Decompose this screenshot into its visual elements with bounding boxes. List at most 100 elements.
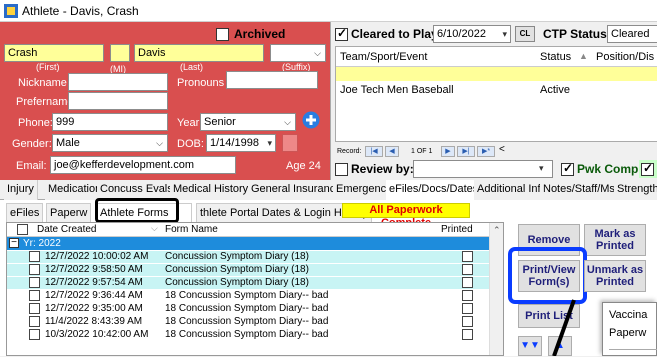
group-row-2022[interactable]: − Yr: 2022 — [7, 237, 489, 250]
nickname-field[interactable] — [68, 73, 168, 91]
review-by-select[interactable] — [413, 160, 553, 178]
subtab-paperwork[interactable]: Paperw — [46, 203, 92, 223]
row-checkbox[interactable] — [29, 303, 40, 314]
row-date: 12/7/2022 9:35:00 AM — [45, 303, 143, 314]
calendar-dropdown-icon[interactable]: ▾ — [267, 135, 272, 151]
unmark-printed-button[interactable]: Unmark as Printed — [584, 260, 646, 292]
row-checkbox[interactable] — [29, 329, 40, 340]
pwk-comp-checkbox[interactable] — [561, 161, 574, 176]
last-name-field[interactable]: Davis — [134, 44, 264, 62]
last-record-icon[interactable]: ▶| — [457, 146, 475, 157]
tab-general[interactable]: General — [248, 180, 295, 200]
table-row[interactable]: 12/7/2022 9:35:00 AM 18 Concussion Sympto… — [7, 303, 489, 315]
row-checkbox[interactable] — [29, 290, 40, 301]
team-status: Active — [540, 84, 570, 96]
cleared-to-play-checkbox[interactable] — [335, 26, 348, 41]
table-row[interactable]: 12/7/2022 9:57:54 AM Concussion Symptom D… — [7, 277, 489, 289]
phone-field[interactable]: 999 — [52, 113, 168, 131]
cleared-date-value: 6/10/2022 — [437, 28, 486, 40]
subtab-efiles[interactable]: eFiles — [6, 203, 44, 223]
scroll-up-icon[interactable]: ⌃ — [493, 225, 501, 236]
email-field[interactable]: joe@kefferdevelopment.com — [50, 156, 236, 174]
new-record-icon[interactable]: ▶* — [477, 146, 495, 157]
move-down-icon[interactable]: ▼▼ — [518, 336, 542, 356]
row-printed-checkbox[interactable] — [462, 316, 473, 327]
review-by-label: Review by: — [351, 162, 414, 176]
ctp-status-field[interactable]: Cleared — [607, 25, 657, 43]
first-caption: (First) — [36, 62, 60, 72]
middle-initial-field[interactable] — [110, 44, 130, 62]
col-status[interactable]: Status — [540, 51, 571, 63]
forms-grid: Date Created ⌵ Form Name Printed − Yr: 2… — [6, 222, 504, 356]
athlete-forms-highlight — [95, 198, 179, 223]
cleared-date-field[interactable]: 6/10/2022 ▾ — [433, 25, 511, 43]
grid-scrollbar[interactable]: ⌃ — [489, 223, 503, 355]
row-checkbox[interactable] — [29, 251, 40, 262]
row-printed-checkbox[interactable] — [462, 303, 473, 314]
col-printed[interactable]: Printed — [441, 224, 473, 235]
row-form: Concussion Symptom Diary (18) — [165, 251, 309, 262]
col-team[interactable]: Team/Sport/Event — [340, 51, 427, 63]
table-row[interactable]: 11/4/2022 8:43:39 AM 18 Concussion Sympto… — [7, 316, 489, 328]
dob-value: 1/14/1998 — [210, 137, 259, 149]
chevron-down-icon: ⌵ — [314, 48, 321, 58]
row-printed-checkbox[interactable] — [462, 290, 473, 301]
table-row[interactable]: 12/7/2022 9:58:50 AM Concussion Symptom D… — [7, 264, 489, 276]
first-name-field[interactable]: Crash — [4, 44, 104, 62]
table-row[interactable]: 12/7/2022 9:36:44 AM 18 Concussion Sympto… — [7, 290, 489, 302]
personal-info-panel: Archived Crash Davis ⌵ (First) (MI) (Las… — [0, 22, 330, 180]
team-new-row[interactable] — [336, 67, 657, 81]
tab-notes-staff-msg[interactable]: Notes/Staff/Msg — [540, 180, 626, 200]
mark-printed-button[interactable]: Mark as Printed — [584, 224, 646, 256]
review-by-checkbox[interactable] — [335, 163, 348, 176]
tab-medical-history[interactable]: Medical History — [170, 180, 253, 200]
team-row[interactable]: Joe Tech Men Baseball Active — [336, 83, 657, 97]
prefername-field[interactable] — [68, 92, 168, 110]
record-label: Record: — [337, 148, 362, 155]
callout-pointer — [552, 299, 576, 356]
row-checkbox[interactable] — [29, 264, 40, 275]
gender-select[interactable]: Male ⌵ — [52, 134, 168, 152]
tab-strength[interactable]: Strength — [614, 180, 657, 200]
c-checkbox-area[interactable] — [639, 160, 657, 178]
dob-extra-button[interactable] — [282, 134, 298, 152]
row-printed-checkbox[interactable] — [462, 264, 473, 275]
team-grid-header: Team/Sport/Event Status ▲ Position/Dis — [336, 47, 657, 67]
tab-injury[interactable]: Injury — [4, 180, 38, 200]
archived-checkbox[interactable] — [216, 28, 229, 41]
c-checkbox[interactable] — [641, 161, 654, 176]
row-printed-checkbox[interactable] — [462, 277, 473, 288]
row-printed-checkbox[interactable] — [462, 329, 473, 340]
cl-button[interactable]: CL — [515, 26, 535, 42]
select-all-checkbox[interactable] — [17, 224, 28, 235]
col-position[interactable]: Position/Dis — [596, 51, 654, 63]
next-record-icon[interactable]: ▶ — [441, 146, 455, 157]
row-printed-checkbox[interactable] — [462, 251, 473, 262]
ctp-status-label: CTP Status: — [543, 27, 611, 41]
year-select[interactable]: Senior ⌵ — [200, 113, 296, 131]
row-date: 10/3/2022 10:42:00 AM — [45, 329, 149, 340]
row-form: 18 Concussion Symptom Diary-- bad — [165, 303, 329, 314]
prefername-label: Prefername — [16, 96, 74, 108]
calendar-dropdown-icon[interactable]: ▾ — [502, 26, 507, 42]
collapse-icon[interactable]: − — [9, 238, 19, 248]
nickname-label: Nickname — [18, 77, 67, 89]
dob-field[interactable]: 1/14/1998 ▾ — [206, 134, 276, 152]
add-icon[interactable] — [302, 111, 320, 129]
archived-label: Archived — [234, 27, 286, 41]
team-name: Joe Tech Men Baseball — [340, 84, 454, 96]
table-row[interactable]: 12/7/2022 10:00:02 AM Concussion Symptom … — [7, 251, 489, 263]
prev-record-icon[interactable]: ◀ — [385, 146, 399, 157]
tab-concuss-evals[interactable]: Concuss Evals — [97, 180, 177, 200]
scroll-left-icon[interactable]: < — [499, 144, 505, 155]
col-form-name[interactable]: Form Name — [165, 224, 218, 235]
table-row[interactable]: 10/3/2022 10:42:00 AM 18 Concussion Sympt… — [7, 329, 489, 341]
row-checkbox[interactable] — [29, 277, 40, 288]
email-label: Email: — [16, 160, 47, 172]
tab-efiles-docs-dates[interactable]: eFiles/Docs/Dates — [386, 180, 483, 200]
row-checkbox[interactable] — [29, 316, 40, 327]
suffix-select[interactable]: ⌵ — [270, 44, 326, 62]
first-record-icon[interactable]: |◀ — [365, 146, 383, 157]
pronouns-select[interactable] — [226, 71, 318, 89]
col-date-created[interactable]: Date Created — [37, 224, 96, 235]
